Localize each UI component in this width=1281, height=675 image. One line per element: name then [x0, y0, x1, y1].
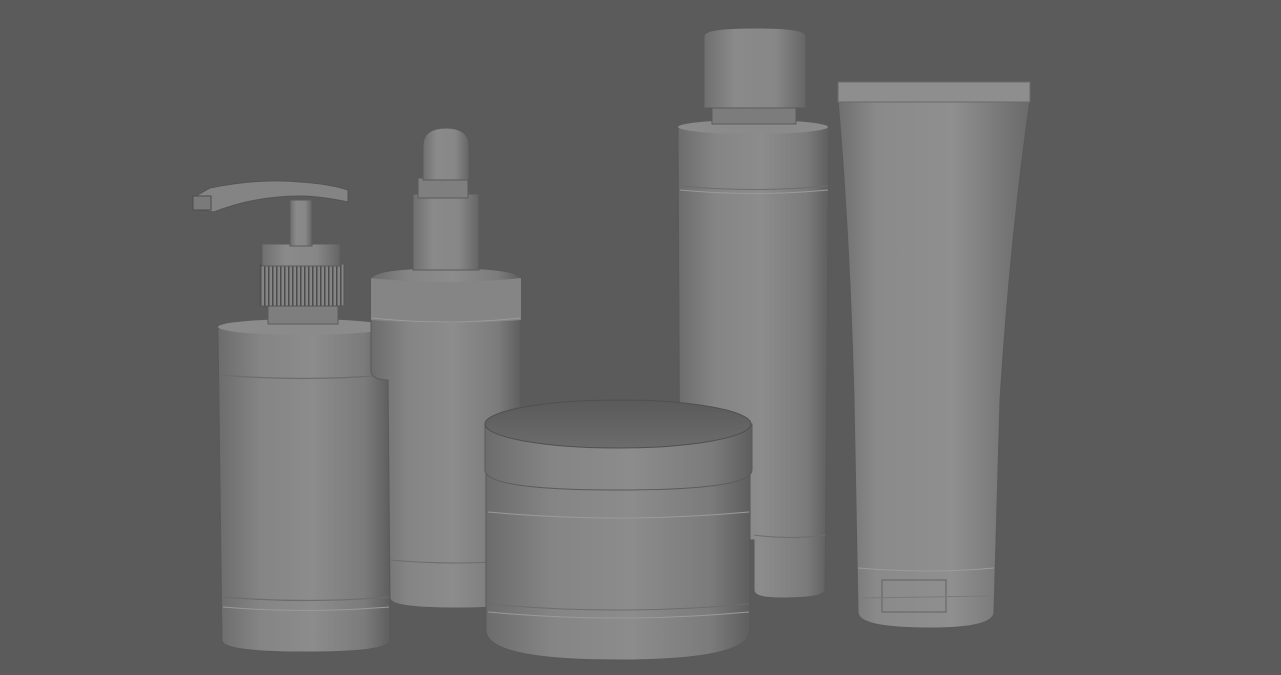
pump-bottle[interactable] [192, 180, 391, 653]
3d-viewport[interactable] [0, 0, 1281, 675]
scene-render [192, 27, 1031, 661]
cream-tube[interactable] [837, 81, 1031, 629]
cream-jar[interactable] [484, 399, 753, 661]
